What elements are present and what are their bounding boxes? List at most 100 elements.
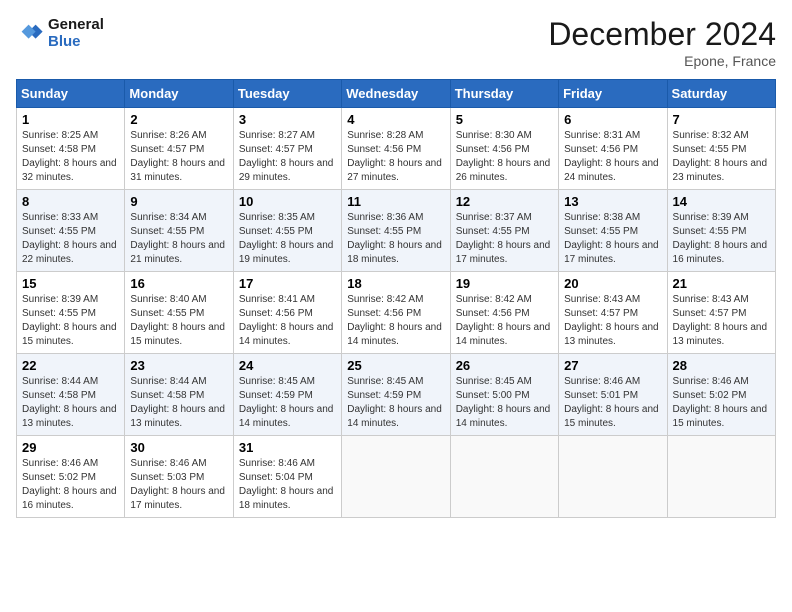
day-info: Sunrise: 8:30 AM Sunset: 4:56 PM Dayligh… [456, 129, 553, 185]
calendar-cell: 27 Sunrise: 8:46 AM Sunset: 5:01 PM Dayl… [559, 354, 667, 436]
day-number: 19 [456, 276, 553, 291]
day-info: Sunrise: 8:28 AM Sunset: 4:56 PM Dayligh… [347, 129, 444, 185]
calendar-cell: 6 Sunrise: 8:31 AM Sunset: 4:56 PM Dayli… [559, 108, 667, 190]
day-number: 2 [130, 112, 227, 127]
calendar-cell [667, 436, 775, 518]
day-number: 9 [130, 194, 227, 209]
day-info: Sunrise: 8:45 AM Sunset: 5:00 PM Dayligh… [456, 375, 553, 431]
calendar-header-saturday: Saturday [667, 80, 775, 108]
calendar-week-row: 8 Sunrise: 8:33 AM Sunset: 4:55 PM Dayli… [17, 190, 776, 272]
day-number: 22 [22, 358, 119, 373]
calendar-cell: 24 Sunrise: 8:45 AM Sunset: 4:59 PM Dayl… [233, 354, 341, 436]
calendar-cell: 18 Sunrise: 8:42 AM Sunset: 4:56 PM Dayl… [342, 272, 450, 354]
day-number: 7 [673, 112, 770, 127]
calendar-cell: 12 Sunrise: 8:37 AM Sunset: 4:55 PM Dayl… [450, 190, 558, 272]
calendar-header-row: SundayMondayTuesdayWednesdayThursdayFrid… [17, 80, 776, 108]
day-info: Sunrise: 8:42 AM Sunset: 4:56 PM Dayligh… [347, 293, 444, 349]
page-header: General Blue December 2024 Epone, France [16, 16, 776, 69]
calendar-cell: 16 Sunrise: 8:40 AM Sunset: 4:55 PM Dayl… [125, 272, 233, 354]
day-number: 15 [22, 276, 119, 291]
day-number: 4 [347, 112, 444, 127]
calendar-week-row: 22 Sunrise: 8:44 AM Sunset: 4:58 PM Dayl… [17, 354, 776, 436]
calendar-cell: 15 Sunrise: 8:39 AM Sunset: 4:55 PM Dayl… [17, 272, 125, 354]
day-info: Sunrise: 8:45 AM Sunset: 4:59 PM Dayligh… [239, 375, 336, 431]
day-info: Sunrise: 8:46 AM Sunset: 5:02 PM Dayligh… [22, 457, 119, 513]
day-info: Sunrise: 8:39 AM Sunset: 4:55 PM Dayligh… [22, 293, 119, 349]
day-info: Sunrise: 8:46 AM Sunset: 5:04 PM Dayligh… [239, 457, 336, 513]
day-number: 8 [22, 194, 119, 209]
day-number: 28 [673, 358, 770, 373]
day-number: 16 [130, 276, 227, 291]
calendar-cell: 4 Sunrise: 8:28 AM Sunset: 4:56 PM Dayli… [342, 108, 450, 190]
calendar-header-monday: Monday [125, 80, 233, 108]
calendar-cell: 17 Sunrise: 8:41 AM Sunset: 4:56 PM Dayl… [233, 272, 341, 354]
day-number: 12 [456, 194, 553, 209]
day-info: Sunrise: 8:44 AM Sunset: 4:58 PM Dayligh… [130, 375, 227, 431]
day-info: Sunrise: 8:42 AM Sunset: 4:56 PM Dayligh… [456, 293, 553, 349]
day-info: Sunrise: 8:26 AM Sunset: 4:57 PM Dayligh… [130, 129, 227, 185]
calendar-header-thursday: Thursday [450, 80, 558, 108]
day-info: Sunrise: 8:31 AM Sunset: 4:56 PM Dayligh… [564, 129, 661, 185]
day-info: Sunrise: 8:44 AM Sunset: 4:58 PM Dayligh… [22, 375, 119, 431]
day-number: 14 [673, 194, 770, 209]
calendar-cell: 5 Sunrise: 8:30 AM Sunset: 4:56 PM Dayli… [450, 108, 558, 190]
calendar-cell [559, 436, 667, 518]
day-info: Sunrise: 8:43 AM Sunset: 4:57 PM Dayligh… [673, 293, 770, 349]
day-info: Sunrise: 8:38 AM Sunset: 4:55 PM Dayligh… [564, 211, 661, 267]
day-info: Sunrise: 8:43 AM Sunset: 4:57 PM Dayligh… [564, 293, 661, 349]
calendar-header-tuesday: Tuesday [233, 80, 341, 108]
day-number: 24 [239, 358, 336, 373]
calendar-cell: 31 Sunrise: 8:46 AM Sunset: 5:04 PM Dayl… [233, 436, 341, 518]
logo-text: General Blue [48, 16, 104, 50]
calendar-cell [450, 436, 558, 518]
calendar-cell: 8 Sunrise: 8:33 AM Sunset: 4:55 PM Dayli… [17, 190, 125, 272]
calendar-week-row: 15 Sunrise: 8:39 AM Sunset: 4:55 PM Dayl… [17, 272, 776, 354]
day-info: Sunrise: 8:46 AM Sunset: 5:03 PM Dayligh… [130, 457, 227, 513]
day-number: 20 [564, 276, 661, 291]
day-info: Sunrise: 8:25 AM Sunset: 4:58 PM Dayligh… [22, 129, 119, 185]
calendar-table: SundayMondayTuesdayWednesdayThursdayFrid… [16, 79, 776, 518]
day-number: 30 [130, 440, 227, 455]
month-title: December 2024 [548, 16, 776, 53]
day-info: Sunrise: 8:37 AM Sunset: 4:55 PM Dayligh… [456, 211, 553, 267]
calendar-header-wednesday: Wednesday [342, 80, 450, 108]
day-number: 13 [564, 194, 661, 209]
day-number: 3 [239, 112, 336, 127]
calendar-cell: 29 Sunrise: 8:46 AM Sunset: 5:02 PM Dayl… [17, 436, 125, 518]
day-number: 6 [564, 112, 661, 127]
calendar-cell: 25 Sunrise: 8:45 AM Sunset: 4:59 PM Dayl… [342, 354, 450, 436]
day-number: 11 [347, 194, 444, 209]
day-info: Sunrise: 8:36 AM Sunset: 4:55 PM Dayligh… [347, 211, 444, 267]
calendar-cell: 9 Sunrise: 8:34 AM Sunset: 4:55 PM Dayli… [125, 190, 233, 272]
logo-icon [16, 19, 44, 47]
calendar-cell: 13 Sunrise: 8:38 AM Sunset: 4:55 PM Dayl… [559, 190, 667, 272]
logo: General Blue [16, 16, 104, 50]
day-number: 18 [347, 276, 444, 291]
calendar-cell [342, 436, 450, 518]
calendar-cell: 3 Sunrise: 8:27 AM Sunset: 4:57 PM Dayli… [233, 108, 341, 190]
calendar-week-row: 29 Sunrise: 8:46 AM Sunset: 5:02 PM Dayl… [17, 436, 776, 518]
day-number: 27 [564, 358, 661, 373]
calendar-week-row: 1 Sunrise: 8:25 AM Sunset: 4:58 PM Dayli… [17, 108, 776, 190]
calendar-cell: 20 Sunrise: 8:43 AM Sunset: 4:57 PM Dayl… [559, 272, 667, 354]
day-info: Sunrise: 8:39 AM Sunset: 4:55 PM Dayligh… [673, 211, 770, 267]
day-info: Sunrise: 8:46 AM Sunset: 5:01 PM Dayligh… [564, 375, 661, 431]
day-number: 26 [456, 358, 553, 373]
day-info: Sunrise: 8:41 AM Sunset: 4:56 PM Dayligh… [239, 293, 336, 349]
day-number: 29 [22, 440, 119, 455]
day-number: 5 [456, 112, 553, 127]
calendar-cell: 10 Sunrise: 8:35 AM Sunset: 4:55 PM Dayl… [233, 190, 341, 272]
day-info: Sunrise: 8:33 AM Sunset: 4:55 PM Dayligh… [22, 211, 119, 267]
day-number: 31 [239, 440, 336, 455]
day-info: Sunrise: 8:27 AM Sunset: 4:57 PM Dayligh… [239, 129, 336, 185]
day-number: 17 [239, 276, 336, 291]
calendar-cell: 2 Sunrise: 8:26 AM Sunset: 4:57 PM Dayli… [125, 108, 233, 190]
day-info: Sunrise: 8:45 AM Sunset: 4:59 PM Dayligh… [347, 375, 444, 431]
location: Epone, France [548, 53, 776, 69]
day-number: 10 [239, 194, 336, 209]
calendar-header-friday: Friday [559, 80, 667, 108]
calendar-cell: 23 Sunrise: 8:44 AM Sunset: 4:58 PM Dayl… [125, 354, 233, 436]
calendar-cell: 11 Sunrise: 8:36 AM Sunset: 4:55 PM Dayl… [342, 190, 450, 272]
calendar-cell: 14 Sunrise: 8:39 AM Sunset: 4:55 PM Dayl… [667, 190, 775, 272]
calendar-header-sunday: Sunday [17, 80, 125, 108]
